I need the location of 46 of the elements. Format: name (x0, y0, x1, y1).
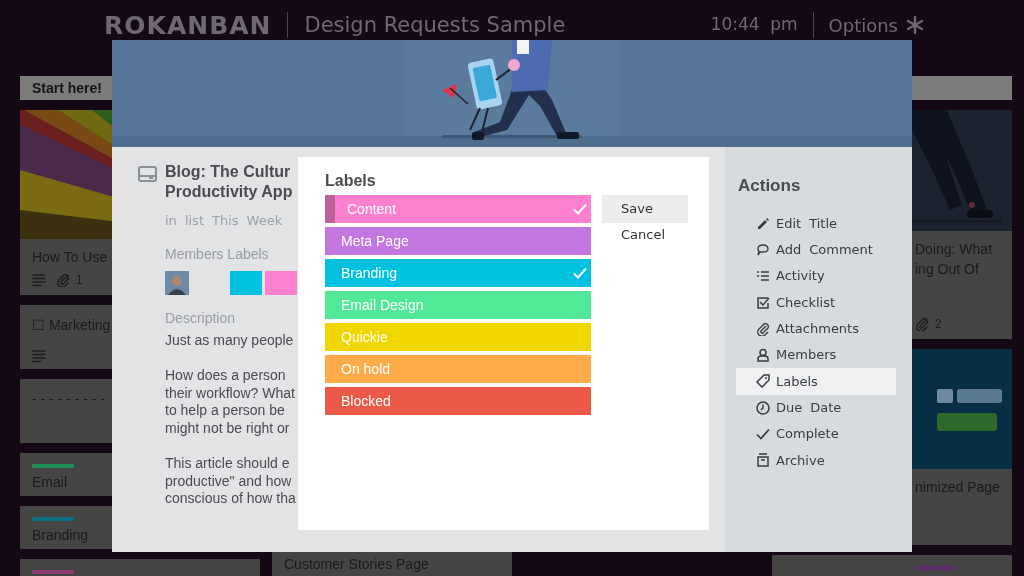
list-info: in list This Week (165, 212, 284, 230)
action-item[interactable]: Labels (736, 368, 896, 395)
card-icon (138, 166, 157, 182)
description-paragraph: This article should e productive" and how conscious of how tha (165, 455, 297, 508)
action-item[interactable]: Due Date (736, 394, 896, 421)
label-chip[interactable] (265, 270, 297, 295)
description-paragraph: How does a person their workflow? What to help a person be might not be right or (165, 367, 296, 437)
paperclip-icon (56, 273, 70, 287)
paperclip-icon (756, 321, 770, 336)
description-paragraph: Just as many people (165, 331, 295, 349)
section-heading: Labels (227, 244, 269, 264)
section-title: Actions (738, 175, 802, 197)
app-logo[interactable]: ROKANBAN (104, 12, 272, 38)
popup-title: Labels (325, 171, 377, 190)
action-item[interactable]: Attachments (736, 315, 896, 342)
card-title: Blog: The Cultur Productivity App (165, 162, 294, 202)
person-icon (756, 348, 770, 363)
pencil-icon (756, 216, 770, 231)
action-item[interactable]: Archive (736, 447, 896, 474)
cancel-button[interactable]: Cancel (602, 223, 688, 247)
action-item[interactable]: Add Comment (736, 236, 896, 264)
save-button[interactable]: Save (602, 195, 688, 223)
paperclip-icon (915, 317, 929, 331)
list-icon (756, 269, 770, 284)
clock-icon (756, 400, 770, 415)
clock-time: 10:44 pm (710, 13, 798, 37)
label-chip[interactable] (230, 270, 262, 295)
checkbox-icon (756, 295, 770, 310)
action-item[interactable]: Activity (736, 263, 896, 290)
tag-icon (756, 374, 770, 389)
card[interactable] (20, 559, 260, 576)
action-item[interactable]: Members (736, 342, 896, 369)
card[interactable] (772, 555, 1012, 576)
action-item[interactable]: Complete (736, 420, 896, 448)
checkmark-icon (756, 427, 770, 441)
member-avatar[interactable] (165, 270, 189, 295)
section-heading: Members (165, 244, 224, 264)
action-item[interactable]: Checklist (736, 289, 896, 316)
options-menu[interactable]: Options (828, 11, 898, 39)
asterisk-icon[interactable] (906, 16, 924, 34)
board-title: Design Requests Sample (304, 14, 566, 36)
section-heading: Description (165, 308, 237, 328)
archive-box-icon (756, 453, 770, 468)
action-item[interactable]: Edit Title (736, 210, 896, 237)
speech-bubble-icon (756, 242, 770, 257)
card-title: - - - - - - - - - (32, 390, 106, 409)
